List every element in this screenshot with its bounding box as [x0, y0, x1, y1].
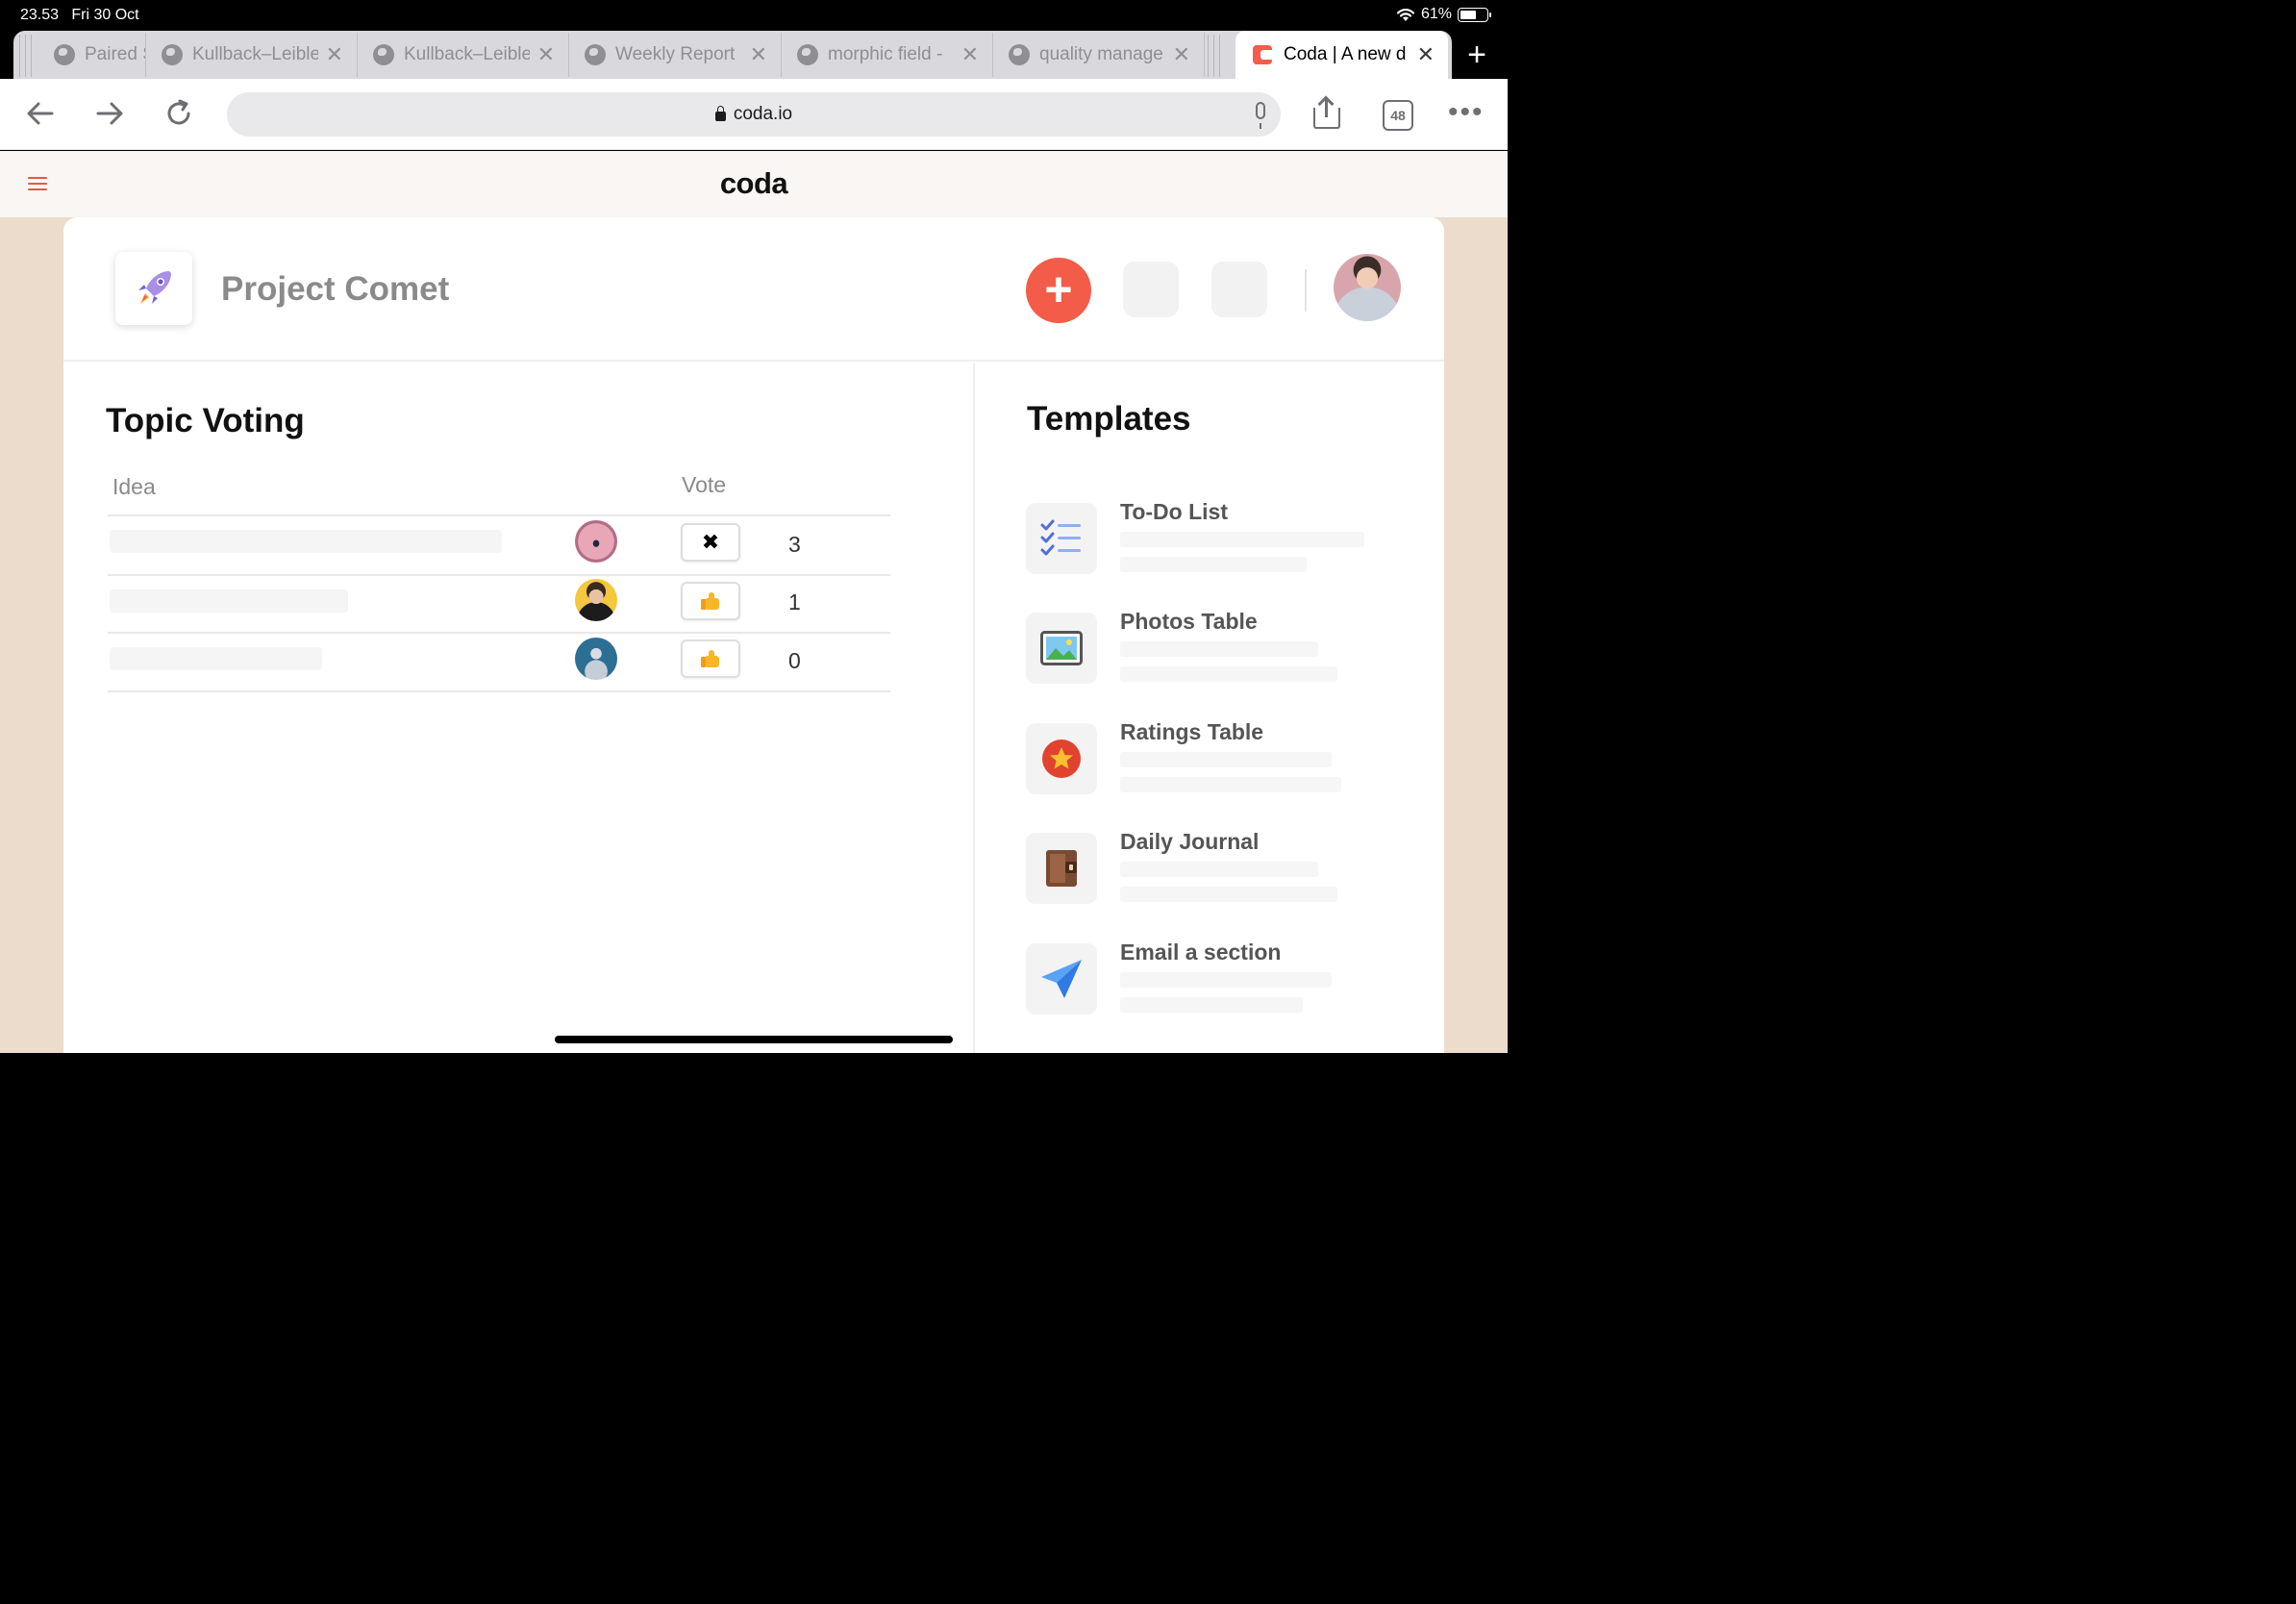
globe-icon — [54, 44, 75, 65]
globe-icon — [585, 44, 606, 65]
tab-kullback-2[interactable]: Kullback–Leible ✕ — [358, 33, 569, 77]
tab-label: Coda | A new d — [1284, 44, 1407, 64]
coda-logo: coda — [719, 166, 788, 200]
template-todo-list[interactable]: To-Do List — [1026, 499, 1430, 580]
column-header-idea: Idea — [112, 474, 156, 499]
toolbar-placeholder-button[interactable] — [1123, 262, 1179, 317]
doc-title: Project Comet — [221, 270, 450, 308]
close-icon[interactable]: ✕ — [537, 42, 555, 67]
status-bar: 23.53 Fri 30 Oct 61% — [0, 0, 1508, 31]
tab-quality-manage[interactable]: quality manage ✕ — [993, 33, 1205, 77]
tab-weekly-report[interactable]: Weekly Report ✕ — [569, 33, 782, 77]
topic-voting-title: Topic Voting — [106, 402, 305, 439]
doc-card: Project Comet + Topic Voting Idea Vote ✖… — [63, 217, 1444, 1053]
template-photos-table[interactable]: Photos Table — [1026, 609, 1430, 689]
browser-toolbar: coda.io 48 ••• — [0, 79, 1508, 150]
status-time: 23.53 — [20, 7, 60, 23]
photo-icon — [1026, 613, 1097, 684]
tab-strip: Paired S Kullback–Leible ✕ Kullback–Leib… — [0, 31, 1508, 79]
globe-icon — [162, 44, 183, 65]
tab-overview-button[interactable]: 48 — [1383, 100, 1413, 131]
avatar[interactable] — [575, 520, 617, 563]
battery-percent: 61% — [1420, 6, 1452, 22]
battery-icon — [1458, 7, 1491, 22]
rocket-icon[interactable] — [115, 252, 192, 325]
template-name: Ratings Table — [1120, 719, 1264, 744]
close-icon[interactable]: ✕ — [750, 42, 767, 67]
template-email-section[interactable]: Email a section — [1026, 940, 1430, 1020]
tab-label: Kullback–Leible — [404, 44, 530, 64]
thumbs-up-icon — [701, 650, 720, 667]
avatar[interactable] — [575, 638, 617, 680]
back-arrow-icon[interactable] — [23, 96, 58, 131]
vote-button[interactable] — [681, 639, 740, 678]
close-icon[interactable]: ✕ — [326, 42, 343, 67]
share-icon[interactable] — [1313, 98, 1340, 129]
table-row: ✖ 3 — [108, 516, 890, 574]
close-icon[interactable]: ✕ — [961, 42, 979, 67]
wifi-icon — [1396, 8, 1415, 21]
microphone-icon[interactable] — [1256, 102, 1265, 129]
globe-icon — [373, 44, 394, 65]
tab-morphic-field[interactable]: morphic field - ✕ — [782, 33, 993, 77]
tab-label: morphic field - — [828, 44, 943, 64]
template-name: To-Do List — [1120, 499, 1228, 524]
status-date: Fri 30 Oct — [71, 7, 139, 23]
coda-header: coda — [0, 151, 1508, 217]
template-name: Email a section — [1120, 940, 1282, 965]
tab-kullback-1[interactable]: Kullback–Leible ✕ — [146, 33, 358, 77]
coda-favicon-icon — [1253, 45, 1272, 64]
doc-header: Project Comet + — [63, 217, 1444, 362]
new-tab-plus-icon[interactable]: + — [1467, 38, 1486, 71]
tab-label: quality manage — [1039, 44, 1163, 64]
add-button[interactable]: + — [1026, 258, 1091, 323]
lock-icon — [714, 106, 726, 121]
vote-count: 3 — [788, 532, 801, 557]
close-icon[interactable]: ✕ — [1173, 42, 1190, 67]
tab-label: Kullback–Leible — [192, 44, 318, 64]
tab-coda-active[interactable]: Coda | A new d ✕ — [1235, 31, 1448, 79]
thumbs-up-icon — [701, 592, 720, 610]
tab-label: Weekly Report — [615, 44, 736, 64]
tab-label: Paired S — [85, 44, 145, 64]
globe-icon — [1009, 44, 1030, 65]
template-name: Photos Table — [1120, 609, 1258, 634]
vote-count: 0 — [788, 648, 801, 673]
vote-button[interactable]: ✖ — [681, 523, 740, 562]
tab-paired[interactable]: Paired S — [38, 33, 146, 77]
template-daily-journal[interactable]: Daily Journal — [1026, 829, 1430, 910]
toolbar-placeholder-button[interactable] — [1211, 262, 1267, 317]
vote-count: 1 — [788, 589, 801, 614]
home-indicator[interactable] — [555, 1036, 953, 1043]
reload-icon[interactable] — [162, 96, 196, 131]
globe-icon — [797, 44, 818, 65]
avatar[interactable] — [575, 579, 617, 621]
template-ratings-table[interactable]: Ratings Table — [1026, 719, 1430, 800]
templates-title: Templates — [1027, 400, 1191, 438]
column-header-vote: Vote — [682, 472, 727, 497]
address-bar[interactable]: coda.io — [227, 92, 1281, 137]
checklist-icon — [1026, 503, 1097, 574]
more-options-icon[interactable]: ••• — [1448, 96, 1485, 129]
star-icon — [1026, 723, 1097, 794]
forward-arrow-icon[interactable] — [92, 96, 127, 131]
address-text: coda.io — [733, 104, 793, 124]
user-avatar[interactable] — [1334, 254, 1401, 321]
vote-button[interactable] — [681, 582, 740, 620]
table-row: 1 — [108, 576, 890, 634]
journal-icon — [1026, 833, 1097, 904]
close-icon[interactable]: ✕ — [1417, 42, 1435, 67]
template-name: Daily Journal — [1120, 829, 1260, 854]
paper-plane-icon — [1026, 943, 1097, 1015]
table-row: 0 — [108, 634, 890, 691]
